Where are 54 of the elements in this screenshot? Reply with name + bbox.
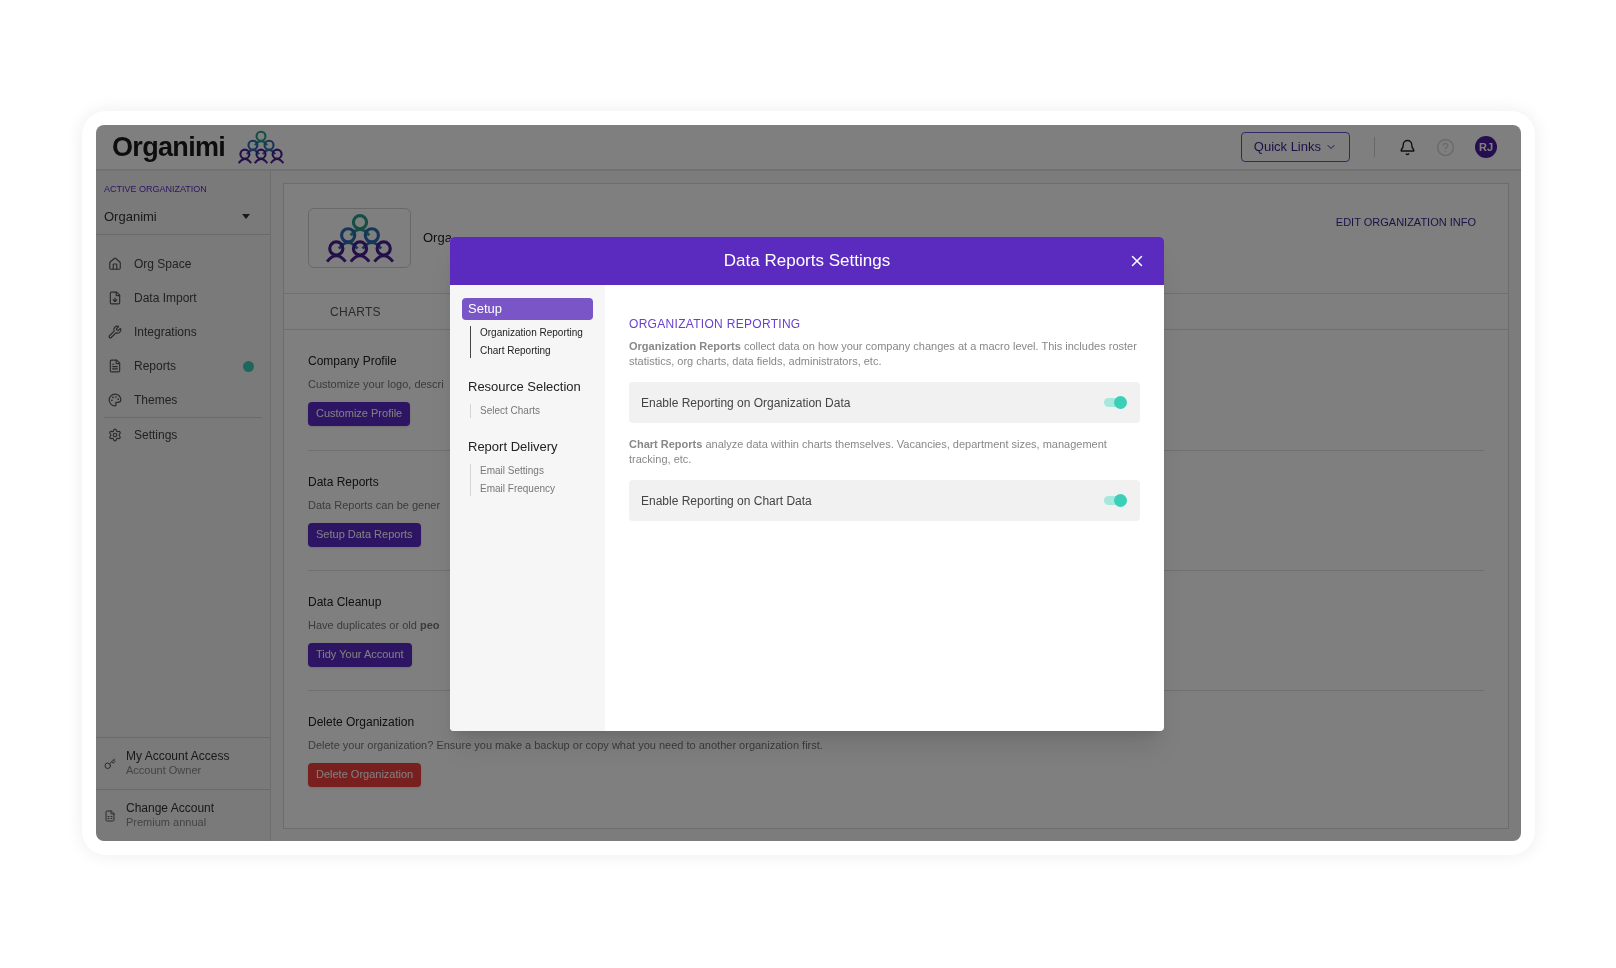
section-description: Customize your logo, descri	[308, 377, 444, 392]
key-icon	[104, 757, 116, 770]
section-description: Data Reports can be gener	[308, 498, 441, 513]
section-action-button[interactable]: Setup Data Reports	[308, 522, 421, 547]
section-title: Data Reports	[308, 474, 379, 491]
wrench-icon	[108, 325, 122, 339]
logo-text: Organimi	[112, 130, 226, 164]
quick-links-button[interactable]: Quick Links	[1240, 132, 1350, 162]
section-description: Chart Reports analyze data within charts themselves. Vacancies, department sizes, management tracking, etc.	[629, 437, 1108, 467]
sidebar-item[interactable]: Integrations	[104, 315, 262, 349]
section-description: Organization Reports collect data on how your company changes at a macro level. This includes roster statistics, org charts, data fields, administrators, etc.	[629, 339, 1138, 369]
sidebar-item[interactable]: Reports	[104, 349, 262, 383]
edit-organization-link[interactable]: EDIT ORGANIZATION INFO	[1335, 214, 1476, 231]
nav-subitem[interactable]: Organization Reporting	[480, 326, 593, 340]
settings-icon	[108, 428, 122, 442]
section-heading: ORGANIZATION REPORTING	[629, 316, 802, 333]
sidebar-item[interactable]: Data Import	[104, 281, 262, 315]
sidebar-item[interactable]: Settings	[104, 418, 262, 452]
user-avatar[interactable]: RJ	[1475, 136, 1497, 158]
nav-group-item[interactable]: Resource Selection	[462, 376, 593, 398]
dialog-title: Data Reports Settings	[723, 250, 891, 273]
section-title: Delete Organization	[308, 714, 415, 731]
organization-name: Orga	[423, 229, 452, 247]
home-icon	[108, 257, 122, 271]
toggle-switch[interactable]	[1104, 496, 1126, 505]
section-description: Have duplicates or old peo	[308, 618, 440, 633]
section-action-button[interactable]: Tidy Your Account	[308, 642, 412, 667]
account-title: Change Account	[126, 801, 215, 817]
sidebar-item[interactable]: Themes	[104, 383, 262, 417]
organization-dropdown[interactable]: Organimi	[104, 206, 262, 226]
nav-subitem[interactable]: Select Charts	[480, 404, 593, 418]
nav-subitem[interactable]: Email Frequency	[480, 482, 593, 496]
sidebar-item[interactable]: Org Space	[104, 247, 262, 281]
section-action-button[interactable]: Delete Organization	[308, 762, 422, 787]
nav-group-item[interactable]: Report Delivery	[462, 436, 593, 458]
section-action-button[interactable]: Customize Profile	[308, 401, 411, 426]
palette-icon	[108, 393, 122, 407]
nav-group-item[interactable]: Setup	[462, 298, 593, 320]
section-title: Company Profile	[308, 353, 397, 370]
dropdown-caret-icon	[242, 213, 250, 219]
bell-icon[interactable]	[1399, 138, 1416, 156]
toggle-label: Enable Reporting on Organization Data	[641, 394, 852, 412]
section-title: Data Cleanup	[308, 594, 382, 611]
toggle-label: Enable Reporting on Chart Data	[641, 492, 813, 510]
toggle-switch[interactable]	[1104, 398, 1126, 407]
file-download-icon	[108, 291, 122, 305]
document-icon	[108, 359, 122, 373]
document-icon	[104, 809, 116, 822]
charts-tab[interactable]: CHARTS	[330, 302, 381, 321]
active-organization-label: ACTIVE ORGANIZATION	[104, 183, 208, 196]
nav-subitem[interactable]: Chart Reporting	[480, 344, 593, 358]
section-description: Delete your organization? Ensure you make a backup or copy what you need to another organization first.	[308, 738, 823, 753]
nav-subitem[interactable]: Email Settings	[480, 464, 593, 478]
account-title: My Account Access	[126, 749, 230, 765]
